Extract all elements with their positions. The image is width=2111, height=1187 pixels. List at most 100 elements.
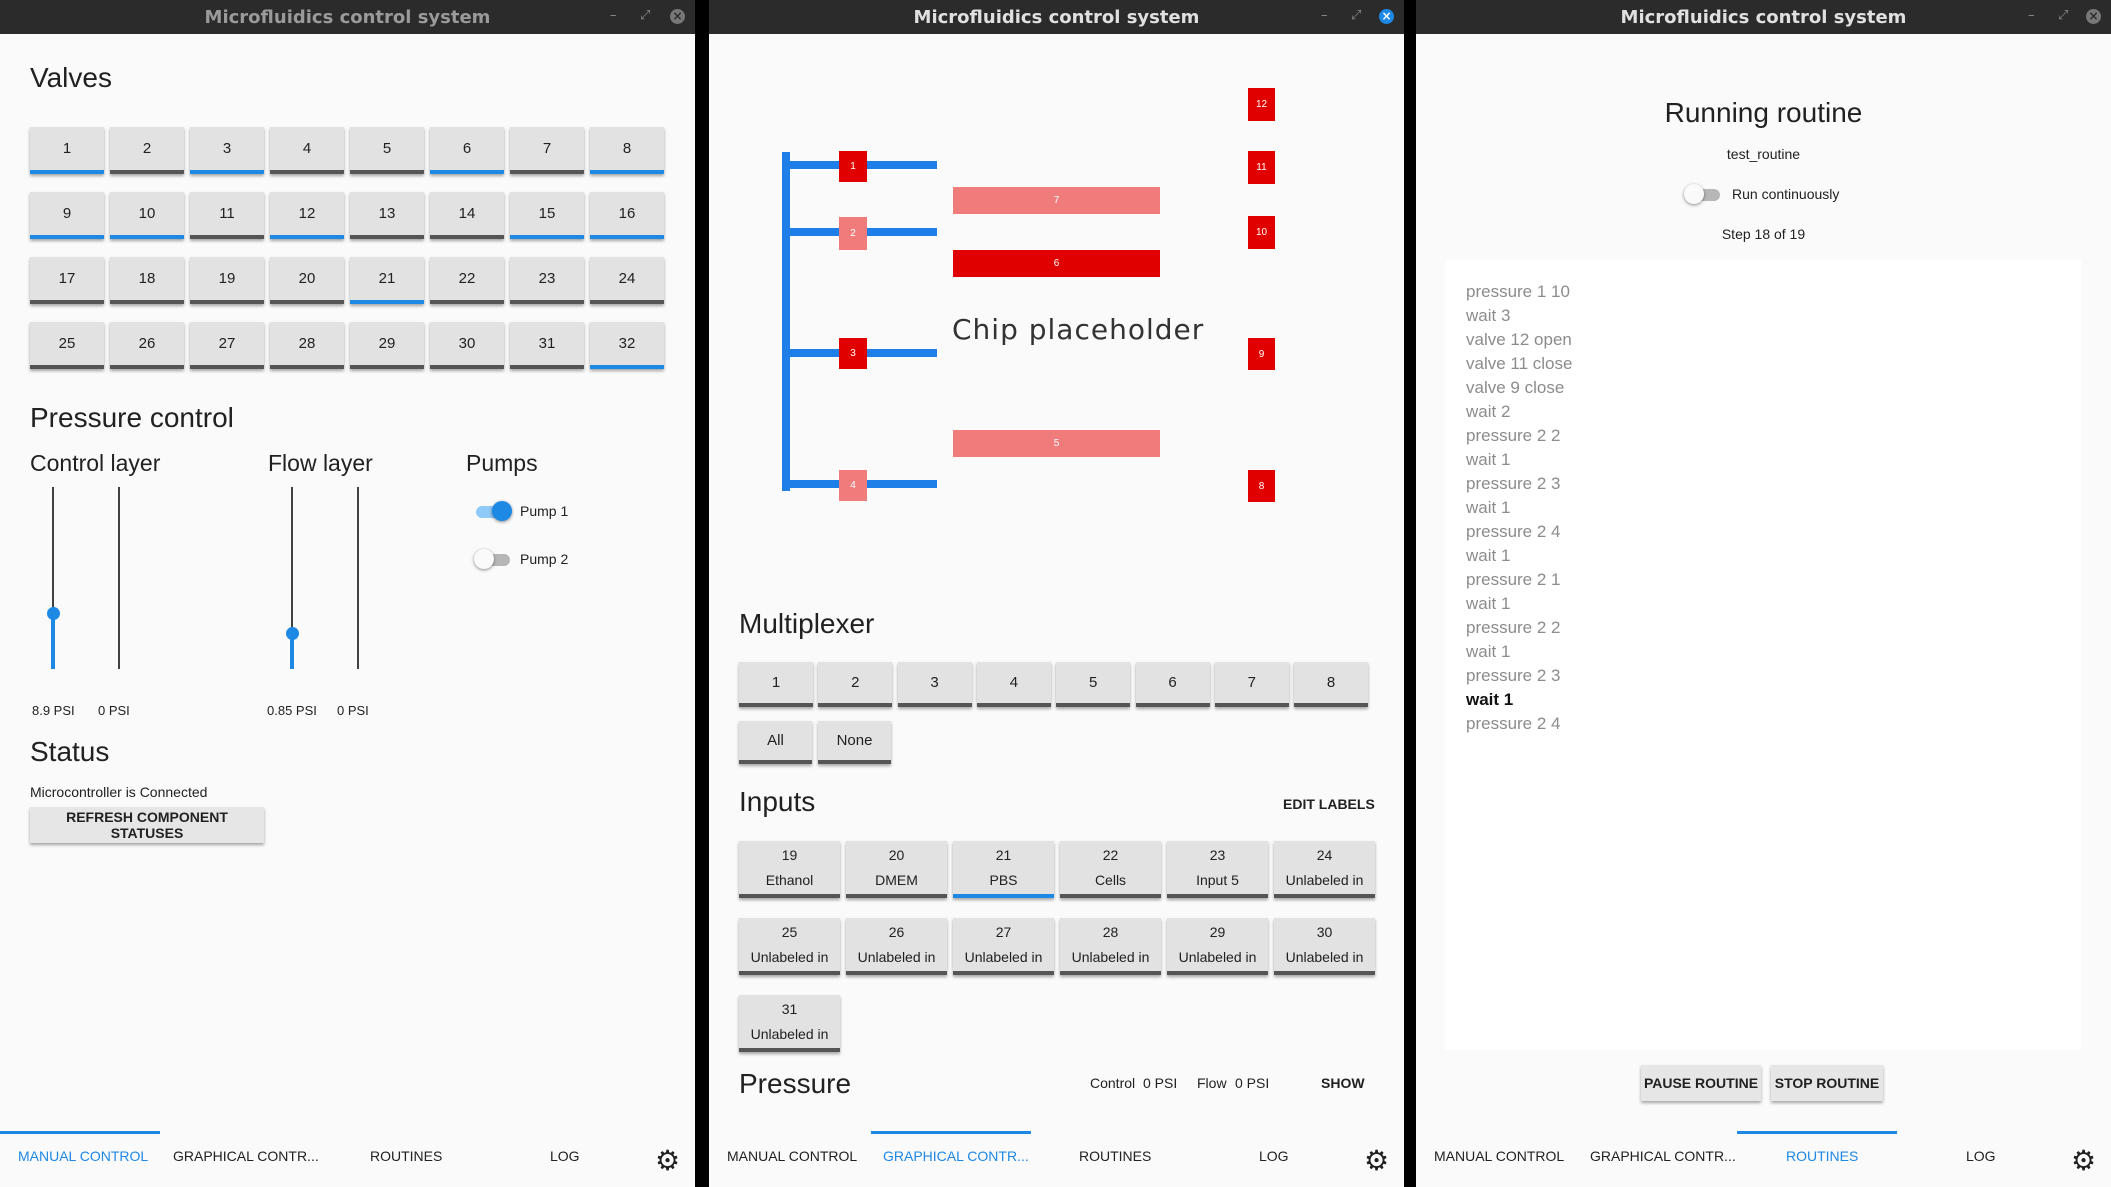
valve-button-20[interactable]: 20 xyxy=(270,257,344,304)
tab-graphical-control[interactable]: GRAPHICAL CONTR... xyxy=(883,1148,1029,1164)
valve-button-17[interactable]: 17 xyxy=(30,257,104,304)
input-button-23[interactable]: 23 Input 5 xyxy=(1167,841,1268,898)
tab-graphical-control[interactable]: GRAPHICAL CONTR... xyxy=(1590,1148,1736,1164)
valve-button-10[interactable]: 10 xyxy=(110,192,184,239)
input-button-25[interactable]: 25 Unlabeled in xyxy=(739,918,840,975)
mux-button-8[interactable]: 8 xyxy=(1294,662,1369,707)
mux-button-4[interactable]: 4 xyxy=(976,662,1051,707)
pressure-slider-knob-1[interactable] xyxy=(47,607,60,620)
tab-log[interactable]: LOG xyxy=(550,1148,580,1164)
valve-button-5[interactable]: 5 xyxy=(350,127,424,174)
input-button-29[interactable]: 29 Unlabeled in xyxy=(1167,918,1268,975)
chip-valve-6[interactable]: 6 xyxy=(953,250,1160,277)
valve-button-8[interactable]: 8 xyxy=(590,127,664,174)
refresh-status-button[interactable]: REFRESH COMPONENT STATUSES xyxy=(30,807,264,843)
valve-button-25[interactable]: 25 xyxy=(30,322,104,369)
settings-gear-icon[interactable]: ⚙ xyxy=(655,1144,680,1177)
input-button-26[interactable]: 26 Unlabeled in xyxy=(846,918,947,975)
valve-button-24[interactable]: 24 xyxy=(590,257,664,304)
valve-button-4[interactable]: 4 xyxy=(270,127,344,174)
input-button-22[interactable]: 22 Cells xyxy=(1060,841,1161,898)
chip-valve-8[interactable]: 8 xyxy=(1248,470,1275,502)
mux-all-button[interactable]: All xyxy=(739,721,812,764)
show-pressure-button[interactable]: SHOW xyxy=(1321,1075,1365,1091)
tab-routines[interactable]: ROUTINES xyxy=(370,1148,442,1164)
close-icon[interactable]: × xyxy=(1379,9,1394,24)
tab-routines[interactable]: ROUTINES xyxy=(1079,1148,1151,1164)
tab-log[interactable]: LOG xyxy=(1966,1148,1996,1164)
valve-button-18[interactable]: 18 xyxy=(110,257,184,304)
chip-valve-2[interactable]: 2 xyxy=(839,217,867,250)
input-button-28[interactable]: 28 Unlabeled in xyxy=(1060,918,1161,975)
chip-valve-11[interactable]: 11 xyxy=(1248,151,1275,184)
valve-button-3[interactable]: 3 xyxy=(190,127,264,174)
pause-routine-button[interactable]: PAUSE ROUTINE xyxy=(1641,1065,1761,1101)
valve-button-30[interactable]: 30 xyxy=(430,322,504,369)
chip-valve-9[interactable]: 9 xyxy=(1248,338,1275,370)
valve-button-14[interactable]: 14 xyxy=(430,192,504,239)
valve-button-13[interactable]: 13 xyxy=(350,192,424,239)
close-icon[interactable]: × xyxy=(670,9,685,24)
valve-button-23[interactable]: 23 xyxy=(510,257,584,304)
mux-button-7[interactable]: 7 xyxy=(1214,662,1289,707)
valve-button-16[interactable]: 16 xyxy=(590,192,664,239)
input-button-27[interactable]: 27 Unlabeled in xyxy=(953,918,1054,975)
input-button-19[interactable]: 19 Ethanol xyxy=(739,841,840,898)
input-button-31[interactable]: 31 Unlabeled in xyxy=(739,995,840,1052)
pressure-slider-track-2[interactable] xyxy=(118,487,120,669)
valve-button-32[interactable]: 32 xyxy=(590,322,664,369)
stop-routine-button[interactable]: STOP ROUTINE xyxy=(1771,1065,1883,1101)
valve-button-28[interactable]: 28 xyxy=(270,322,344,369)
minimize-icon[interactable]: – xyxy=(2028,8,2035,23)
valve-button-9[interactable]: 9 xyxy=(30,192,104,239)
valve-button-29[interactable]: 29 xyxy=(350,322,424,369)
minimize-icon[interactable]: – xyxy=(1321,8,1328,23)
settings-gear-icon[interactable]: ⚙ xyxy=(2071,1144,2096,1177)
pressure-slider-knob-3[interactable] xyxy=(286,627,299,640)
valve-button-22[interactable]: 22 xyxy=(430,257,504,304)
tab-log[interactable]: LOG xyxy=(1259,1148,1289,1164)
run-continuously-toggle[interactable] xyxy=(1684,184,1720,204)
valve-button-26[interactable]: 26 xyxy=(110,322,184,369)
valve-button-2[interactable]: 2 xyxy=(110,127,184,174)
input-button-21[interactable]: 21 PBS xyxy=(953,841,1054,898)
input-button-24[interactable]: 24 Unlabeled in xyxy=(1274,841,1375,898)
pump-1-toggle[interactable] xyxy=(474,501,512,521)
chip-valve-7[interactable]: 7 xyxy=(953,187,1160,214)
mux-button-5[interactable]: 5 xyxy=(1056,662,1131,707)
tab-routines[interactable]: ROUTINES xyxy=(1786,1148,1858,1164)
tab-graphical-control[interactable]: GRAPHICAL CONTR... xyxy=(173,1148,319,1164)
minimize-icon[interactable]: – xyxy=(610,8,617,23)
valve-button-15[interactable]: 15 xyxy=(510,192,584,239)
edit-labels-button[interactable]: EDIT LABELS xyxy=(1283,796,1375,812)
chip-valve-4[interactable]: 4 xyxy=(839,470,867,501)
pressure-slider-track-4[interactable] xyxy=(357,487,359,669)
valve-button-21[interactable]: 21 xyxy=(350,257,424,304)
tab-manual-control[interactable]: MANUAL CONTROL xyxy=(18,1148,148,1164)
chip-valve-1[interactable]: 1 xyxy=(839,151,867,182)
maximize-icon[interactable]: ⤢ xyxy=(1351,8,1361,23)
settings-gear-icon[interactable]: ⚙ xyxy=(1364,1144,1389,1177)
mux-button-2[interactable]: 2 xyxy=(818,662,893,707)
mux-button-6[interactable]: 6 xyxy=(1135,662,1210,707)
tab-manual-control[interactable]: MANUAL CONTROL xyxy=(727,1148,857,1164)
valve-button-7[interactable]: 7 xyxy=(510,127,584,174)
tab-manual-control[interactable]: MANUAL CONTROL xyxy=(1434,1148,1564,1164)
valve-button-11[interactable]: 11 xyxy=(190,192,264,239)
chip-valve-12[interactable]: 12 xyxy=(1248,88,1275,121)
maximize-icon[interactable]: ⤢ xyxy=(2058,8,2068,23)
chip-valve-5[interactable]: 5 xyxy=(953,430,1160,457)
mux-button-3[interactable]: 3 xyxy=(897,662,972,707)
valve-button-31[interactable]: 31 xyxy=(510,322,584,369)
input-button-20[interactable]: 20 DMEM xyxy=(846,841,947,898)
valve-button-6[interactable]: 6 xyxy=(430,127,504,174)
chip-valve-10[interactable]: 10 xyxy=(1248,216,1275,249)
input-button-30[interactable]: 30 Unlabeled in xyxy=(1274,918,1375,975)
maximize-icon[interactable]: ⤢ xyxy=(640,8,650,23)
close-icon[interactable]: × xyxy=(2086,9,2101,24)
mux-button-1[interactable]: 1 xyxy=(739,662,813,707)
valve-button-27[interactable]: 27 xyxy=(190,322,264,369)
valve-button-12[interactable]: 12 xyxy=(270,192,344,239)
mux-none-button[interactable]: None xyxy=(818,721,891,764)
valve-button-19[interactable]: 19 xyxy=(190,257,264,304)
